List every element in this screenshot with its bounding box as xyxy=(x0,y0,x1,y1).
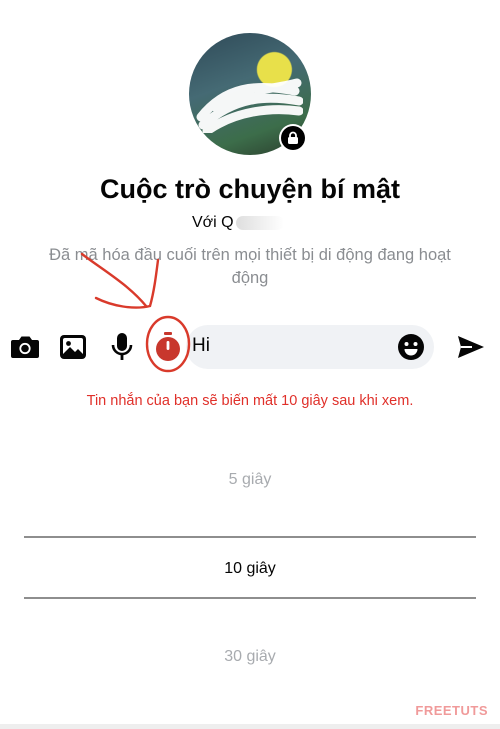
microphone-icon xyxy=(111,333,133,360)
encryption-notice: Đã mã hóa đầu cuối trên mọi thiết bị di … xyxy=(49,246,451,287)
bottom-edge xyxy=(0,724,500,729)
message-input-value[interactable]: Hi xyxy=(192,335,210,357)
camera-button[interactable] xyxy=(8,329,42,365)
timer-option-selected[interactable]: 10 giây xyxy=(0,560,500,578)
message-input[interactable]: Hi xyxy=(186,325,434,369)
timer-option[interactable]: 30 giây xyxy=(0,648,500,666)
picker-divider-bottom xyxy=(24,597,476,599)
emoji-button[interactable] xyxy=(396,332,426,362)
watermark-part1: FREE xyxy=(415,703,453,718)
contact-name-partial: Q xyxy=(221,214,234,231)
timer-option[interactable]: 5 giây xyxy=(0,471,500,489)
image-icon xyxy=(60,335,86,359)
lock-icon xyxy=(281,126,305,150)
redacted-name xyxy=(235,215,284,230)
contact-avatar xyxy=(189,33,311,155)
secret-lock-badge xyxy=(279,124,307,152)
gallery-button[interactable] xyxy=(56,329,90,365)
send-icon xyxy=(458,336,484,358)
picker-divider-top xyxy=(24,536,476,538)
watermark-logo: FREE TUTS xyxy=(415,703,488,718)
with-contact-line: Với Q xyxy=(192,214,284,232)
voice-button[interactable] xyxy=(105,329,139,365)
emoji-icon xyxy=(398,334,424,360)
page-title: Cuộc trò chuyện bí mật xyxy=(99,174,401,204)
disappear-notice: Tin nhắn của bạn sẽ biến mất 10 giây sau… xyxy=(86,393,414,409)
send-button[interactable] xyxy=(454,329,488,365)
with-prefix: Với xyxy=(192,214,217,231)
timer-icon xyxy=(156,332,180,361)
disappearing-timer-button[interactable] xyxy=(151,329,185,365)
camera-icon xyxy=(11,336,39,358)
message-composer: Hi xyxy=(0,322,500,372)
watermark-part2: TUTS xyxy=(452,703,488,718)
